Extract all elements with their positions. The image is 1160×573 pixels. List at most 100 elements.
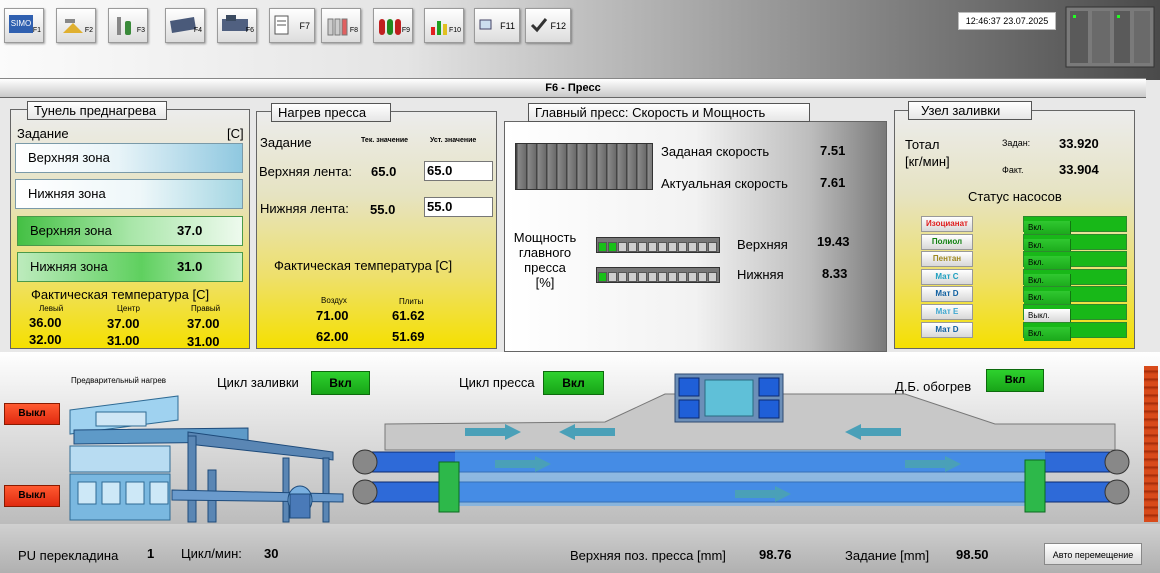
screen-title: F6 - Пресс <box>0 78 1146 98</box>
position-setpoint-label: Задание [mm] <box>845 548 930 563</box>
pour-cycle-label: Цикл заливки <box>217 375 299 390</box>
plates-temp-2: 51.69 <box>392 329 425 344</box>
pump-name-label: Изоцианат <box>921 216 973 232</box>
actual-speed-value: 7.61 <box>820 175 846 190</box>
pump-name-label: Мат D <box>921 321 973 338</box>
f8-tanks-button[interactable]: F8 <box>321 8 361 43</box>
air-label: Воздух <box>321 296 347 305</box>
power-bar-segment <box>598 242 607 252</box>
power-bar-segment <box>698 272 707 282</box>
pump-status-toggle[interactable]: Вкл. <box>1023 268 1127 288</box>
tunnel-actual-temp-label: Фактическая температура [C] <box>31 287 210 302</box>
total-set-label: Задан: <box>1002 138 1031 148</box>
right-heater-graphic <box>1144 366 1158 522</box>
lower-zone-actual-label: Нижняя зона <box>30 259 108 274</box>
preheat-machine-graphic <box>69 395 344 523</box>
power-bar-segment <box>698 242 707 252</box>
main-press-panel: Заданая скорость 7.51 Актуальная скорост… <box>504 121 887 352</box>
f6-press-button[interactable]: F6 <box>217 8 257 43</box>
f10-chart-button[interactable]: F10 <box>424 8 464 43</box>
pump-status-toggle[interactable]: Вкл. <box>1023 251 1127 271</box>
lower-belt-setpoint-input[interactable]: 55.0 <box>424 197 493 217</box>
lower-zone-actual-value: 31.0 <box>177 259 203 274</box>
main-press-title: Главный пресс: Скорость и Мощность <box>528 103 810 122</box>
preheat-label: Предварительный нагрев <box>71 376 167 385</box>
pump-name-label: Пентан <box>921 251 973 268</box>
top-toolbar: SIMO F1 F2 F3 F4 F6 F7 F8 F9 F10 F11 F12 <box>0 0 1160 80</box>
f2-tools-button[interactable]: F2 <box>56 8 96 43</box>
press-line-graphic <box>352 373 1130 513</box>
set-speed-label: Заданая скорость <box>661 144 770 159</box>
total-actual-label: Факт. <box>1002 165 1024 175</box>
process-area: Предварительный нагрев Цикл заливки Вкл … <box>0 352 1160 524</box>
lower-power-label: Нижняя <box>737 267 784 282</box>
tunnel-lower-zone-setpoint[interactable]: Нижняя зона <box>15 179 243 209</box>
f7-report-button[interactable]: F7 <box>269 8 315 43</box>
tunnel-upper-zone-setpoint[interactable]: Верхняя зона <box>15 143 243 173</box>
air-temp-2: 62.00 <box>316 329 349 344</box>
f4-conveyor-button[interactable]: F4 <box>165 8 205 43</box>
col-right-label: Правый <box>191 304 221 313</box>
pump-status-toggle[interactable]: Вкл. <box>1023 216 1127 235</box>
f11-window-button[interactable]: F11 <box>474 8 520 43</box>
power-bar-segment <box>598 272 607 282</box>
upper-belt-setpoint-input[interactable]: 65.0 <box>424 161 493 181</box>
power-label-line1: Мощность <box>513 230 577 245</box>
power-bar-segment <box>658 242 667 252</box>
col-left-label: Левый <box>39 304 64 313</box>
pump-name-label: Мат С <box>921 268 973 285</box>
pump-status-text: Вкл. <box>1024 326 1071 341</box>
power-bar-segment <box>648 242 657 252</box>
conveyor-icon <box>170 17 196 33</box>
lower-power-value: 8.33 <box>822 266 848 281</box>
total-label: Тотал <box>905 137 940 152</box>
cycles-label: Цикл/мин: <box>181 546 242 561</box>
power-bar-segment <box>668 242 677 252</box>
report-icon <box>274 15 289 35</box>
preheat-upper-off-button[interactable]: Выкл <box>4 403 60 425</box>
power-label: Мощность главного пресса [%] <box>513 230 577 290</box>
temp-center-1: 37.00 <box>107 316 140 331</box>
cycles-value: 30 <box>264 546 279 561</box>
tools-icon <box>63 19 83 33</box>
upper-belt-label: Верхняя лента: <box>259 164 352 179</box>
f1-simatic-button[interactable]: SIMO F1 <box>4 8 44 43</box>
bottom-status-bar: PU перекладина 1 Цикл/мин: 30 Верхняя по… <box>0 524 1160 573</box>
power-bar-segment <box>628 242 637 252</box>
upper-power-value: 19.43 <box>817 234 850 249</box>
tunnel-setpoint-label: Задание <box>17 126 69 141</box>
upper-power-bar <box>596 237 720 253</box>
upper-zone-actual-value: 37.0 <box>177 223 203 238</box>
power-label-line3: пресса <box>524 260 566 275</box>
total-unit: [кг/мин] <box>905 154 950 169</box>
auto-move-button[interactable]: Авто перемещение <box>1044 543 1142 565</box>
power-bar-segment <box>638 242 647 252</box>
tunnel-lower-zone-actual: Нижняя зона 31.0 <box>17 252 243 282</box>
f12-confirm-button[interactable]: F12 <box>525 8 571 43</box>
plates-label: Плиты <box>399 297 424 306</box>
pump-name-label: Мат D <box>921 286 973 303</box>
press-heat-title: Нагрев пресса <box>271 103 391 122</box>
tunnel-panel: Задание [C] Верхняя зона Нижняя зона Вер… <box>10 109 250 349</box>
power-bar-segment <box>618 272 627 282</box>
position-setpoint-value: 98.50 <box>956 547 989 562</box>
col-center-label: Центр <box>117 304 140 313</box>
press-setpoint-label: Задание <box>260 135 312 150</box>
pump-status-toggle[interactable]: Выкл. <box>1023 304 1127 323</box>
temp-center-2: 31.00 <box>107 333 140 348</box>
pump-name-label: Полиол <box>921 233 973 250</box>
tunnel-title: Тунель преднагрева <box>27 101 167 120</box>
upper-zone-actual-label: Верхняя зона <box>30 223 112 238</box>
pump-status-toggle[interactable]: Вкл. <box>1023 233 1127 253</box>
preheat-lower-off-button[interactable]: Выкл <box>4 485 60 507</box>
tunnel-unit: [C] <box>227 126 244 141</box>
power-bar-segment <box>708 242 717 252</box>
f9-pumps-button[interactable]: F9 <box>373 8 413 43</box>
power-label-line4: [%] <box>535 275 555 290</box>
pump-status-toggle[interactable]: Вкл. <box>1023 321 1127 341</box>
speed-graphic <box>515 143 653 190</box>
pump-status-toggle[interactable]: Вкл. <box>1023 286 1127 306</box>
press-actual-temp-label: Фактическая температура [C] <box>274 258 453 273</box>
f3-service-button[interactable]: F3 <box>108 8 148 43</box>
pouring-title: Узел заливки <box>908 101 1032 120</box>
